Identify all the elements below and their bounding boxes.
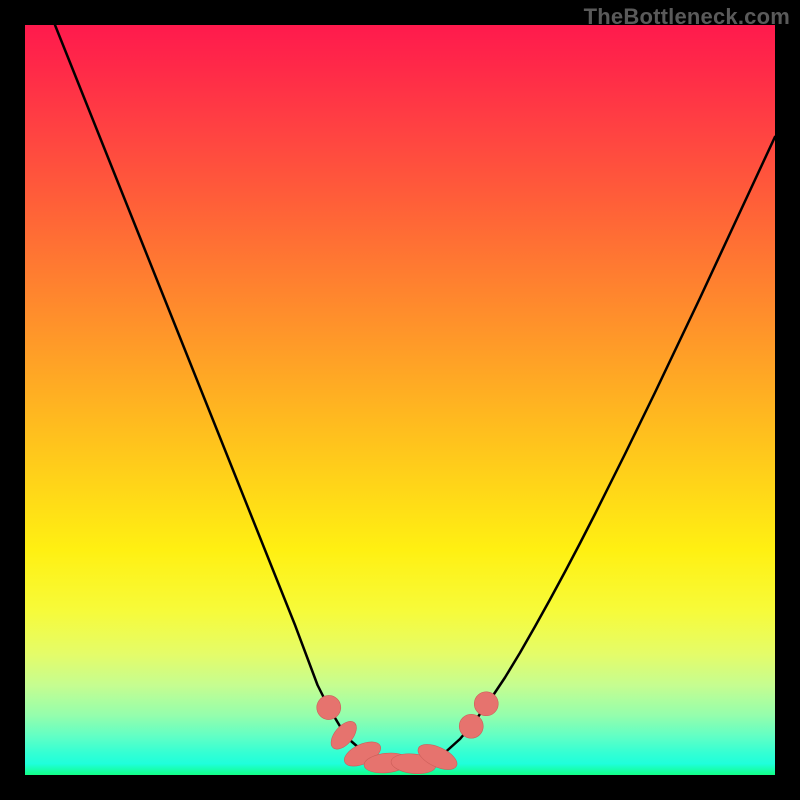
bead-marker [312,691,345,724]
bottleneck-curve [55,25,775,765]
chart-frame: TheBottleneck.com [0,0,800,800]
series-container [55,25,775,775]
curve-svg [25,25,775,775]
attribution-label: TheBottleneck.com [584,4,790,30]
gradient-plot-area [25,25,775,775]
